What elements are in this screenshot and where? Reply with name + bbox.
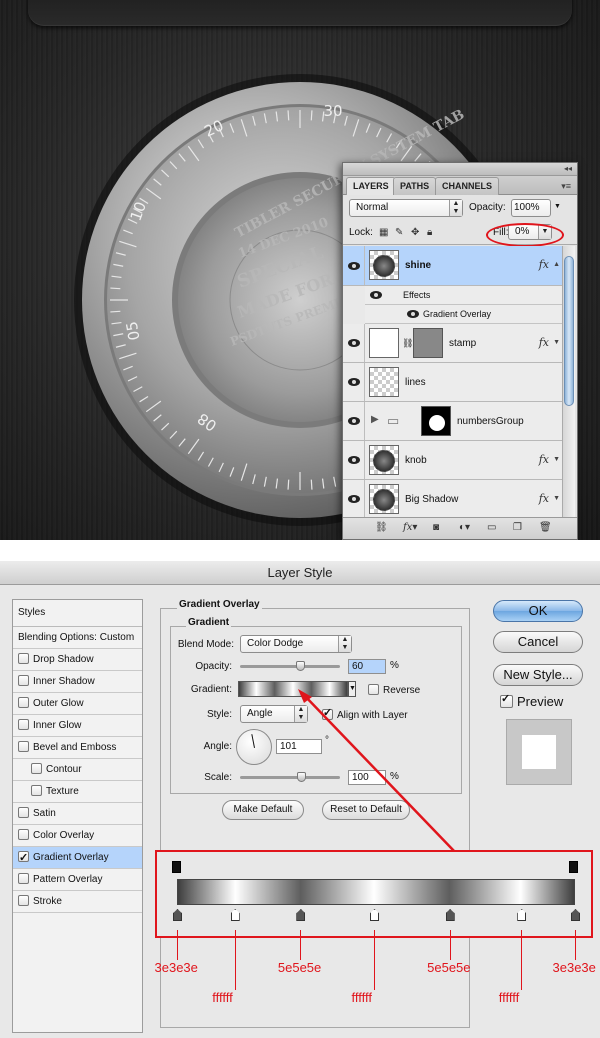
color-stop[interactable] (445, 909, 455, 921)
stop-color-label: 3e3e3e (552, 960, 596, 975)
stop-color-label: ffffff (498, 990, 520, 1005)
stop-pointer-line (300, 930, 302, 960)
stop-pointer-line (177, 930, 178, 960)
color-stop[interactable] (370, 909, 379, 921)
stop-pointer-line (234, 930, 236, 990)
color-stop[interactable] (173, 909, 182, 921)
stop-pointer-line (575, 930, 576, 960)
stop-color-label: 5e5e5e (427, 960, 471, 975)
color-stop[interactable] (517, 909, 527, 921)
stop-color-label: 3e3e3e (154, 960, 198, 975)
stop-pointer-line (521, 930, 523, 990)
color-stop[interactable] (296, 909, 306, 921)
color-stop[interactable] (230, 909, 240, 921)
stop-pointer-line (374, 930, 375, 990)
gradient-editor-callout (155, 850, 593, 938)
gradient-bar[interactable] (177, 879, 575, 905)
stop-pointer-line (449, 930, 451, 960)
stop-color-label: ffffff (212, 990, 233, 1005)
opacity-stop-left[interactable] (172, 861, 181, 873)
opacity-stop-right[interactable] (569, 861, 578, 873)
annotation-arrow-line (302, 693, 456, 853)
stop-color-label: ffffff (351, 990, 373, 1005)
stop-color-label: 5e5e5e (277, 960, 322, 975)
color-stop[interactable] (571, 909, 580, 921)
